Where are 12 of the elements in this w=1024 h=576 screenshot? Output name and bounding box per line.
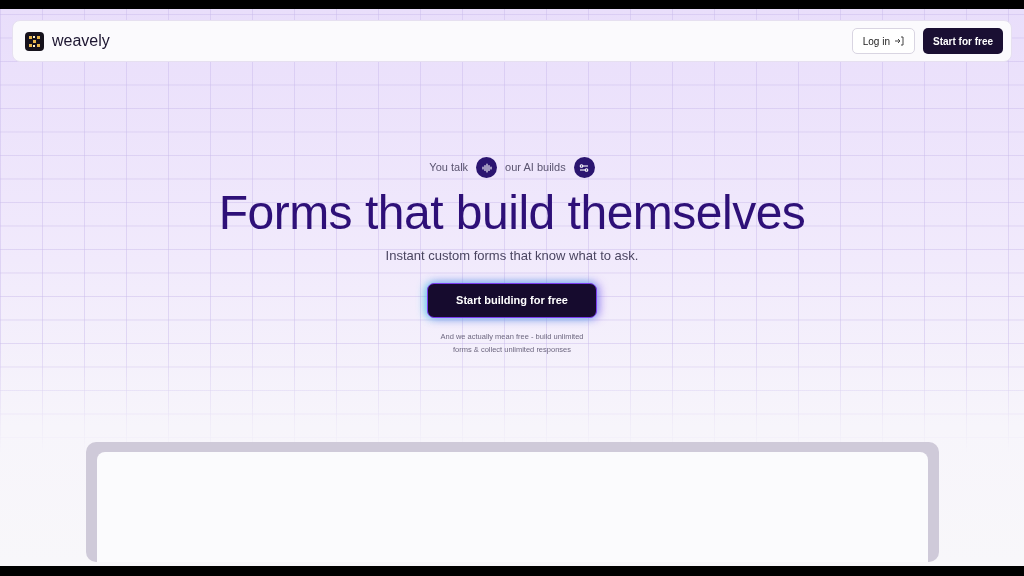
waveform-icon bbox=[476, 157, 498, 178]
brand-name[interactable]: weavely bbox=[52, 29, 110, 53]
tagline-text: our AI builds bbox=[505, 160, 566, 176]
start-building-button[interactable]: Start building for free bbox=[427, 283, 597, 319]
logo-icon bbox=[25, 31, 44, 51]
hero-subtitle: Instant custom forms that know what to ask. bbox=[384, 246, 640, 265]
tagline-text: You talk bbox=[429, 160, 469, 176]
hero-title: Forms that build themselves bbox=[217, 185, 807, 241]
login-button[interactable]: Log in bbox=[851, 28, 915, 54]
sliders-icon bbox=[573, 157, 595, 178]
login-icon bbox=[894, 36, 904, 46]
start-free-button[interactable]: Start for free bbox=[923, 28, 1003, 54]
